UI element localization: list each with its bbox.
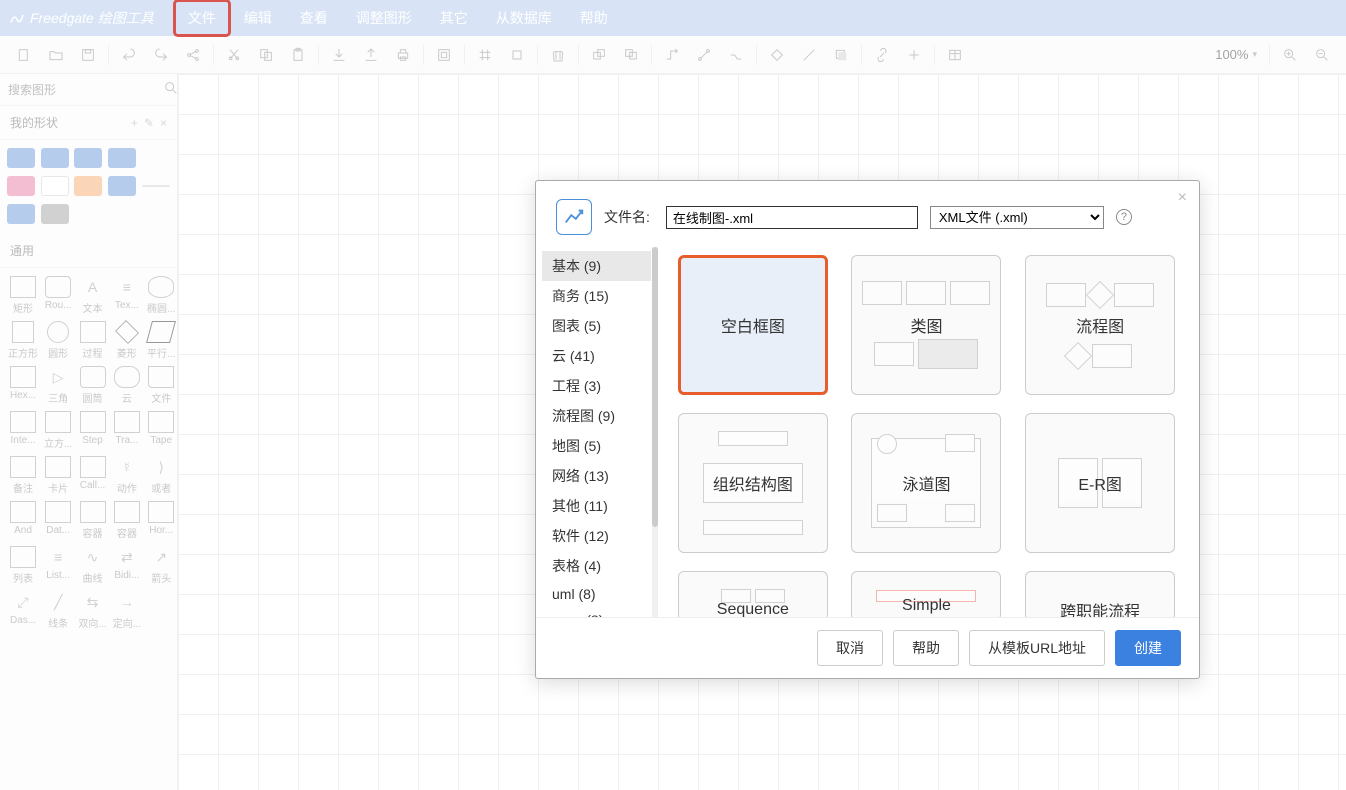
- help-button[interactable]: 帮助: [893, 630, 959, 666]
- create-button[interactable]: 创建: [1115, 630, 1181, 666]
- template-category-list: 基本 (9) 商务 (15) 图表 (5) 云 (41) 工程 (3) 流程图 …: [542, 247, 652, 617]
- dialog-header: 文件名: XML文件 (.xml) ?: [536, 181, 1199, 247]
- dialog-logo-icon: [556, 199, 592, 235]
- category-table[interactable]: 表格 (4): [542, 551, 651, 581]
- new-file-dialog: × 文件名: XML文件 (.xml) ? 基本 (9) 商务 (15) 图表 …: [535, 180, 1200, 679]
- template-simple[interactable]: Simple: [846, 571, 1008, 617]
- from-template-url-button[interactable]: 从模板URL地址: [969, 630, 1105, 666]
- category-business[interactable]: 商务 (15): [542, 281, 651, 311]
- dialog-overlay: × 文件名: XML文件 (.xml) ? 基本 (9) 商务 (15) 图表 …: [0, 0, 1346, 790]
- category-engineering[interactable]: 工程 (3): [542, 371, 651, 401]
- template-er-diagram[interactable]: E-R图: [1019, 413, 1181, 553]
- dialog-footer: 取消 帮助 从模板URL地址 创建: [536, 617, 1199, 678]
- template-sequence[interactable]: Sequence: [672, 571, 834, 617]
- category-scrollbar[interactable]: [652, 247, 658, 617]
- category-chart[interactable]: 图表 (5): [542, 311, 651, 341]
- template-flowchart[interactable]: 流程图: [1019, 255, 1181, 395]
- category-uml[interactable]: uml (8): [542, 581, 651, 607]
- category-software[interactable]: 软件 (12): [542, 521, 651, 551]
- cancel-button[interactable]: 取消: [817, 630, 883, 666]
- category-other[interactable]: 其他 (11): [542, 491, 651, 521]
- template-class-diagram[interactable]: 类图: [846, 255, 1008, 395]
- template-grid: 空白框图 类图: [664, 247, 1193, 617]
- filetype-select[interactable]: XML文件 (.xml): [930, 206, 1104, 229]
- template-blank[interactable]: 空白框图: [672, 255, 834, 395]
- category-map[interactable]: 地图 (5): [542, 431, 651, 461]
- filename-label: 文件名:: [604, 207, 650, 227]
- category-venn[interactable]: venn (8): [542, 607, 651, 617]
- template-crossfunctional[interactable]: 跨职能流程: [1019, 571, 1181, 617]
- dialog-body: 基本 (9) 商务 (15) 图表 (5) 云 (41) 工程 (3) 流程图 …: [536, 247, 1199, 617]
- category-basic[interactable]: 基本 (9): [542, 251, 651, 281]
- category-flowchart[interactable]: 流程图 (9): [542, 401, 651, 431]
- template-swimlane[interactable]: 泳道图: [846, 413, 1008, 553]
- template-orgchart[interactable]: 组织结构图: [672, 413, 834, 553]
- category-network[interactable]: 网络 (13): [542, 461, 651, 491]
- filename-input[interactable]: [666, 206, 918, 229]
- dialog-close-icon[interactable]: ×: [1178, 189, 1187, 207]
- category-cloud[interactable]: 云 (41): [542, 341, 651, 371]
- help-icon[interactable]: ?: [1116, 209, 1132, 225]
